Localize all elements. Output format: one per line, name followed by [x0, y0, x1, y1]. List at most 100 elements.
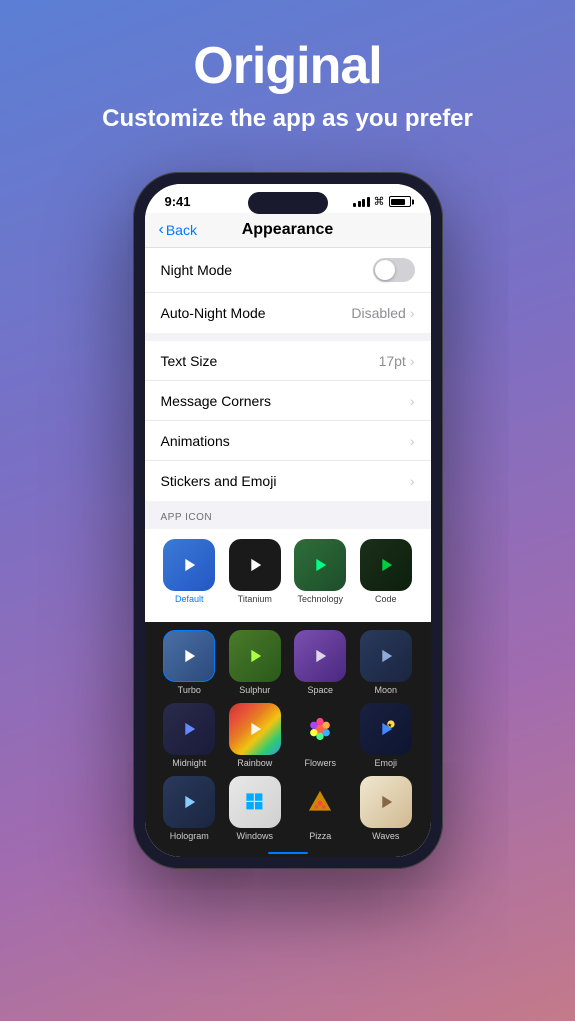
app-icon-titanium-img	[229, 539, 281, 591]
app-icon-space-label: Space	[307, 685, 333, 695]
app-icon-turbo-img	[163, 630, 215, 682]
app-icon-default[interactable]: Default	[160, 539, 218, 604]
signal-icon	[353, 197, 370, 207]
hero-section: Original Customize the app as you prefer	[0, 0, 575, 154]
night-mode-label: Night Mode	[161, 262, 233, 278]
app-icon-turbo-label: Turbo	[178, 685, 201, 695]
app-icon-technology[interactable]: Technology	[291, 539, 349, 604]
app-icon-titanium[interactable]: Titanium	[226, 539, 284, 604]
text-size-value: 17pt ›	[379, 353, 415, 369]
app-icon-windows[interactable]: Windows	[226, 776, 284, 841]
app-icon-titanium-label: Titanium	[238, 594, 272, 604]
app-icon-technology-img	[294, 539, 346, 591]
app-icon-sulphur[interactable]: Sulphur	[226, 630, 284, 695]
stickers-emoji-label: Stickers and Emoji	[161, 473, 277, 489]
app-icon-waves[interactable]: Waves	[357, 776, 415, 841]
icons-row-3: Midnight Rainbow	[157, 703, 419, 768]
app-icon-code-img	[360, 539, 412, 591]
app-icon-windows-label: Windows	[236, 831, 273, 841]
icons-row-2: Turbo Sulphur	[157, 630, 419, 695]
icons-row-1: Default Titanium	[157, 539, 419, 604]
app-icon-midnight-img	[163, 703, 215, 755]
animations-label: Animations	[161, 433, 230, 449]
app-icon-flowers-label: Flowers	[304, 758, 336, 768]
app-icon-emoji-label: Emoji	[374, 758, 397, 768]
settings-group-1: Night Mode Auto-Night Mode Disabled ›	[145, 248, 431, 333]
text-size-label: Text Size	[161, 353, 218, 369]
auto-night-mode-item[interactable]: Auto-Night Mode Disabled ›	[145, 293, 431, 333]
app-icon-turbo[interactable]: Turbo	[160, 630, 218, 695]
hero-subtitle: Customize the app as you prefer	[20, 103, 555, 134]
phone-inner: 9:41 ⌘ ‹ Back Appearance	[145, 184, 431, 857]
app-icon-space[interactable]: Space	[291, 630, 349, 695]
app-icon-hologram-img	[163, 776, 215, 828]
spacer-1	[145, 333, 431, 341]
auto-night-value: Disabled ›	[351, 305, 414, 321]
app-icon-rainbow-label: Rainbow	[237, 758, 272, 768]
app-icon-sulphur-img	[229, 630, 281, 682]
app-icons-row-1: Default Titanium	[145, 529, 431, 622]
toggle-thumb	[375, 260, 395, 280]
app-icon-moon[interactable]: Moon	[357, 630, 415, 695]
nav-bar: ‹ Back Appearance	[145, 213, 431, 248]
app-icon-sulphur-label: Sulphur	[239, 685, 270, 695]
app-icon-default-img	[163, 539, 215, 591]
app-icon-moon-label: Moon	[374, 685, 397, 695]
app-icon-default-label: Default	[175, 594, 204, 604]
chevron-right-icon-5: ›	[410, 473, 415, 489]
app-icon-windows-img	[229, 776, 281, 828]
night-mode-item[interactable]: Night Mode	[145, 248, 431, 293]
icons-row-4: Hologram Windows	[157, 776, 419, 841]
message-corners-label: Message Corners	[161, 393, 272, 409]
dynamic-island	[248, 192, 328, 214]
settings-container: Night Mode Auto-Night Mode Disabled ›	[145, 248, 431, 857]
app-icon-technology-label: Technology	[297, 594, 343, 604]
stickers-emoji-item[interactable]: Stickers and Emoji ›	[145, 461, 431, 501]
night-mode-toggle[interactable]	[373, 258, 415, 282]
app-icon-waves-img	[360, 776, 412, 828]
status-icons: ⌘	[353, 195, 411, 208]
app-icon-section-header: APP ICON	[145, 501, 431, 529]
chevron-left-icon: ‹	[159, 221, 164, 239]
app-icons-dark-section: Turbo Sulphur	[145, 622, 431, 857]
back-button[interactable]: ‹ Back	[159, 221, 197, 239]
app-icon-section-label: APP ICON	[161, 512, 213, 523]
app-icon-moon-img	[360, 630, 412, 682]
app-icon-rainbow[interactable]: Rainbow	[226, 703, 284, 768]
chevron-right-icon-3: ›	[410, 393, 415, 409]
app-icon-hologram-label: Hologram	[170, 831, 209, 841]
app-icon-waves-label: Waves	[372, 831, 399, 841]
animations-value: ›	[410, 433, 415, 449]
wifi-icon: ⌘	[374, 195, 385, 208]
app-icon-midnight[interactable]: Midnight	[160, 703, 218, 768]
svg-text:★: ★	[387, 723, 392, 730]
status-time: 9:41	[165, 194, 191, 209]
app-icon-pizza-img	[294, 776, 346, 828]
app-icon-pizza[interactable]: Pizza	[291, 776, 349, 841]
app-icon-emoji-img: ★	[360, 703, 412, 755]
chevron-right-icon: ›	[410, 305, 415, 321]
chevron-right-icon-2: ›	[410, 353, 415, 369]
auto-night-label: Auto-Night Mode	[161, 305, 266, 321]
phone-mockup: 9:41 ⌘ ‹ Back Appearance	[133, 172, 443, 869]
text-size-item[interactable]: Text Size 17pt ›	[145, 341, 431, 381]
app-icon-space-img	[294, 630, 346, 682]
animations-item[interactable]: Animations ›	[145, 421, 431, 461]
settings-group-2: Text Size 17pt › Message Corners › Ani	[145, 341, 431, 501]
app-icon-emoji[interactable]: ★ Emoji	[357, 703, 415, 768]
phone-outer: 9:41 ⌘ ‹ Back Appearance	[133, 172, 443, 869]
app-icon-hologram[interactable]: Hologram	[160, 776, 218, 841]
app-icon-code[interactable]: Code	[357, 539, 415, 604]
stickers-emoji-value: ›	[410, 473, 415, 489]
auto-night-value-text: Disabled	[351, 305, 405, 321]
message-corners-item[interactable]: Message Corners ›	[145, 381, 431, 421]
app-icon-flowers-img	[294, 703, 346, 755]
message-corners-value: ›	[410, 393, 415, 409]
app-icon-flowers[interactable]: Flowers	[291, 703, 349, 768]
battery-icon	[389, 196, 411, 207]
hero-title: Original	[20, 38, 555, 95]
text-size-text: 17pt	[379, 353, 406, 369]
chevron-right-icon-4: ›	[410, 433, 415, 449]
app-icon-midnight-label: Midnight	[172, 758, 206, 768]
app-icon-code-label: Code	[375, 594, 397, 604]
